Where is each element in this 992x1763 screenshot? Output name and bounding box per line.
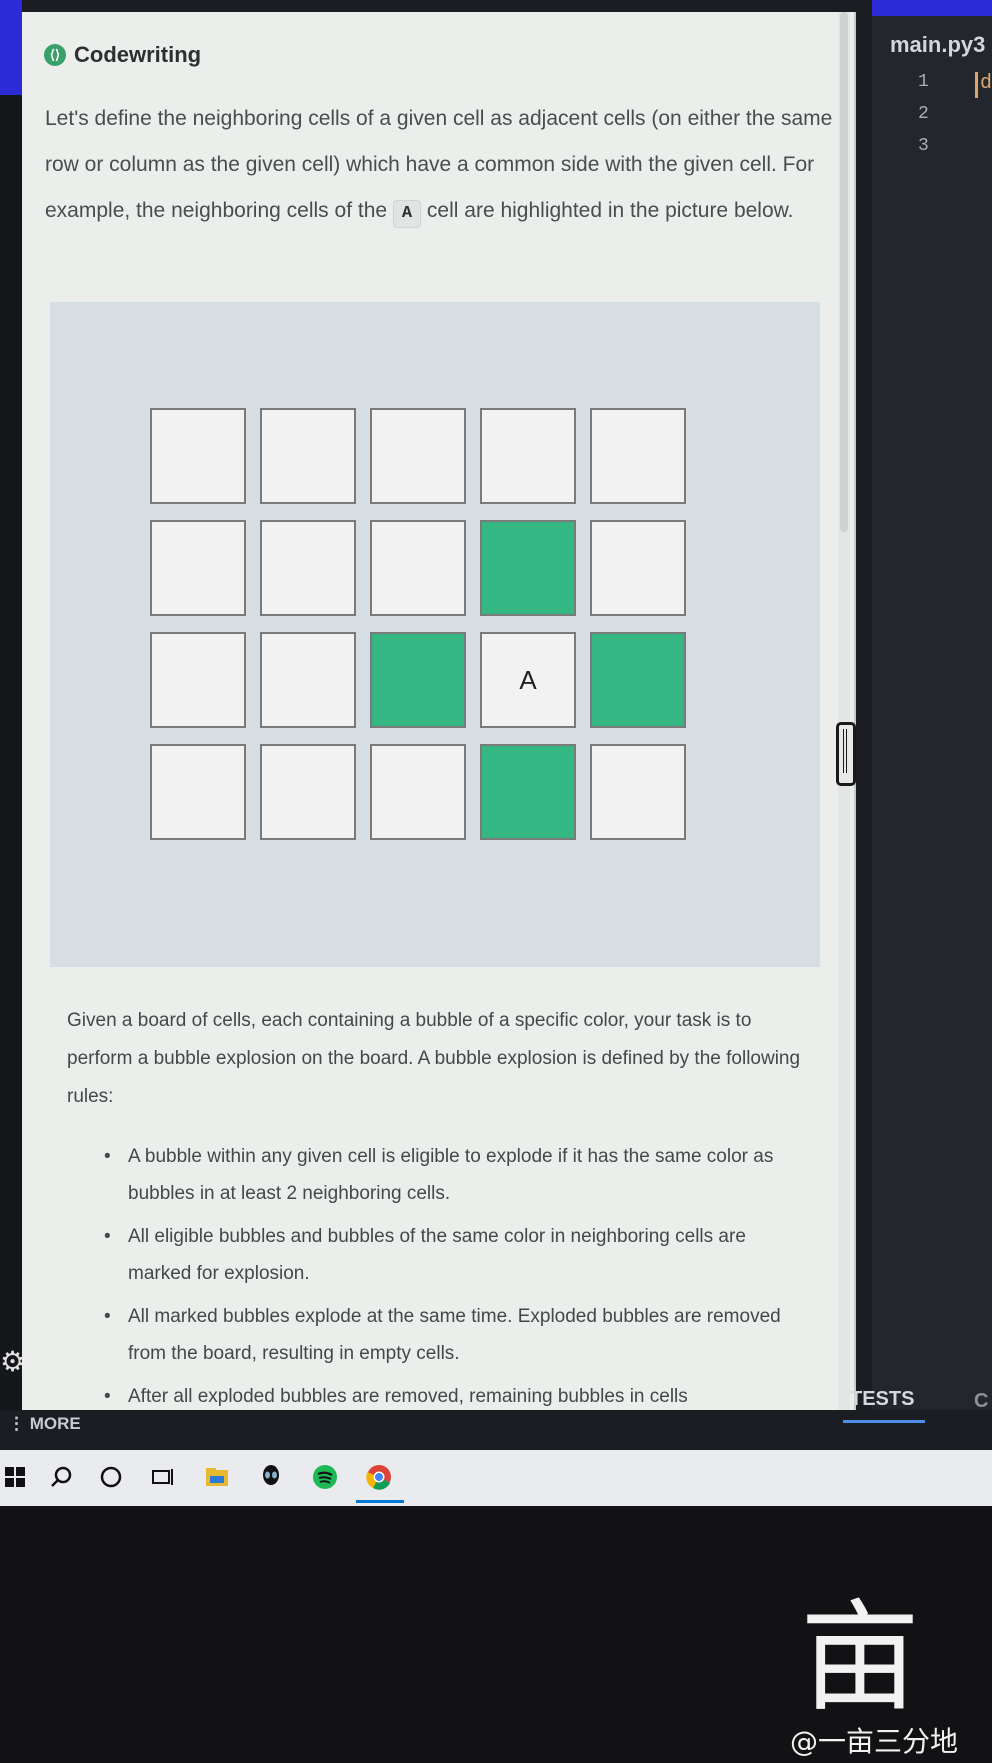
code-editor[interactable] [872, 0, 992, 1415]
grid-cell-neighbor [480, 744, 576, 840]
bottom-bar [0, 1410, 992, 1450]
alienware-icon[interactable] [256, 1462, 286, 1492]
cortana-icon[interactable] [96, 1462, 126, 1492]
grid-cell [370, 408, 466, 504]
grid-cell [150, 520, 246, 616]
pane-resize-handle[interactable] [836, 722, 856, 786]
text-cursor [975, 72, 978, 98]
grid-cell [150, 632, 246, 728]
grid-cell [590, 520, 686, 616]
grid-cell [480, 408, 576, 504]
grid-cell-neighbor [370, 632, 466, 728]
search-icon[interactable] [46, 1462, 76, 1492]
file-explorer-icon[interactable] [202, 1462, 232, 1492]
rule-item: All marked bubbles explode at the same t… [100, 1298, 800, 1372]
taskbar-active-indicator [356, 1500, 404, 1503]
grid-cell [260, 744, 356, 840]
grid-cell [260, 632, 356, 728]
rule-item: All eligible bubbles and bubbles of the … [100, 1218, 800, 1292]
neighbor-cells-figure: A [50, 302, 820, 967]
windows-icon[interactable] [0, 1462, 30, 1492]
problem-header: ⟨⟩ Codewriting [44, 42, 201, 68]
inline-code-cell-a: A [392, 200, 422, 228]
problem-scrollbar-thumb[interactable] [840, 12, 848, 532]
line-number: 1 [918, 72, 929, 92]
chrome-icon[interactable] [364, 1462, 394, 1492]
grid-cell-neighbor [590, 632, 686, 728]
tab-tests-underline [843, 1420, 925, 1423]
problem-intro: Let's define the neighboring cells of a … [45, 96, 835, 234]
grid-cell [370, 744, 466, 840]
grid-cell [150, 744, 246, 840]
left-edge [0, 95, 22, 1415]
problem-description: Given a board of cells, each containing … [67, 1010, 801, 1107]
code-line-1[interactable]: de [980, 72, 992, 95]
editor-accent-bar [872, 0, 992, 16]
tab-next[interactable]: C [974, 1390, 988, 1413]
spotify-icon[interactable] [310, 1462, 340, 1492]
left-accent-strip [0, 0, 22, 95]
tab-tests[interactable]: TESTS [850, 1388, 914, 1411]
grid-cell-neighbor [480, 520, 576, 616]
grid-cell [260, 520, 356, 616]
line-number: 3 [918, 136, 929, 156]
grid-cell [590, 408, 686, 504]
intro-text-end: cell are highlighted in the picture belo… [421, 199, 794, 222]
gear-icon[interactable]: ⚙ [0, 1345, 30, 1377]
line-number: 2 [918, 104, 929, 124]
grid-cell [150, 408, 246, 504]
more-label: MORE [29, 1414, 81, 1433]
rule-item: A bubble within any given cell is eligib… [100, 1138, 800, 1212]
more-button[interactable]: ⋮ MORE [8, 1414, 81, 1434]
watermark-text: @一亩三分地 [790, 1725, 959, 1758]
grid-cell [590, 744, 686, 840]
watermark-logo: 亩 [800, 1589, 920, 1728]
grid-cell [370, 520, 466, 616]
codewriting-icon: ⟨⟩ [44, 44, 66, 66]
grid-cell-a: A [480, 632, 576, 728]
cell-grid: A [150, 408, 686, 840]
grid-cell [260, 408, 356, 504]
problem-title: Codewriting [74, 42, 202, 67]
explosion-rules-list: A bubble within any given cell is eligib… [100, 1138, 800, 1421]
task-view-icon[interactable] [148, 1462, 178, 1492]
file-tab-main-py[interactable]: main.py3 [890, 32, 985, 58]
